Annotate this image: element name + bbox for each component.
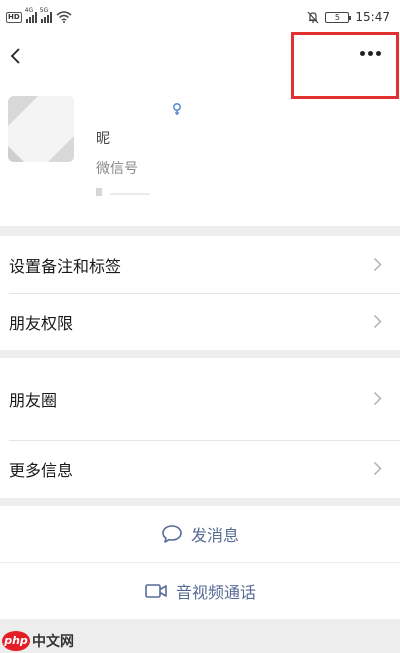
battery-icon: 5 (325, 11, 352, 23)
hd-badge: HD (6, 11, 22, 23)
chevron-left-icon[interactable] (8, 46, 26, 66)
watermark-text: 中文网 (32, 633, 74, 650)
video-camera-icon (145, 584, 167, 598)
highlight-box (291, 32, 399, 99)
chevron-right-icon (373, 314, 382, 329)
menu-item-label: 朋友圈 (9, 391, 58, 410)
chevron-right-icon (373, 257, 382, 272)
chevron-right-icon (373, 391, 382, 406)
signal-icon: 5G (40, 7, 52, 23)
chat-bubble-icon (162, 525, 182, 543)
chevron-right-icon (373, 461, 382, 476)
wifi-icon (56, 11, 72, 23)
menu-item-moments[interactable]: 朋友圈 (0, 358, 400, 440)
status-bar: HD 4G 5G 5 15:47 (0, 0, 400, 34)
contact-profile-page: HD 4G 5G 5 15:47 昵 微信号 设置备注和标签 朋友权限 朋友圈 … (0, 0, 400, 653)
menu-item-more-info[interactable]: 更多信息 (0, 440, 400, 498)
net-label-4g: 4G (24, 7, 34, 14)
wechat-id-label: 微信号 (96, 161, 138, 177)
signal-icon: 4G (25, 7, 37, 23)
av-call-label: 音视频通话 (175, 583, 256, 602)
profile-name: 昵 (96, 131, 110, 147)
avatar[interactable] (8, 96, 74, 162)
send-message-button[interactable]: 发消息 (0, 506, 400, 562)
menu-item-friend-permissions[interactable]: 朋友权限 (0, 293, 400, 350)
menu-item-label: 设置备注和标签 (9, 256, 122, 276)
more-dots-icon[interactable] (358, 48, 384, 58)
status-right: 5 15:47 (307, 10, 390, 24)
mute-bell-icon (307, 11, 319, 23)
avatar-image (8, 96, 74, 162)
watermark: php 中文网 (0, 628, 74, 653)
send-message-label: 发消息 (190, 526, 239, 545)
menu-item-remark-tags[interactable]: 设置备注和标签 (0, 236, 400, 293)
menu-item-label: 朋友权限 (9, 313, 74, 333)
av-call-button[interactable]: 音视频通话 (0, 563, 400, 619)
net-label-5g: 5G (39, 7, 49, 14)
status-left: HD 4G 5G (6, 7, 72, 23)
menu-group-info: 朋友圈 更多信息 (0, 358, 400, 498)
menu-group-settings: 设置备注和标签 朋友权限 (0, 236, 400, 350)
watermark-logo: php (2, 630, 30, 651)
status-time: 15:47 (355, 10, 390, 24)
gender-icon (172, 102, 182, 115)
profile-header: 昵 微信号 (0, 32, 400, 226)
menu-item-label: 更多信息 (9, 461, 74, 480)
region-redacted (96, 188, 150, 196)
